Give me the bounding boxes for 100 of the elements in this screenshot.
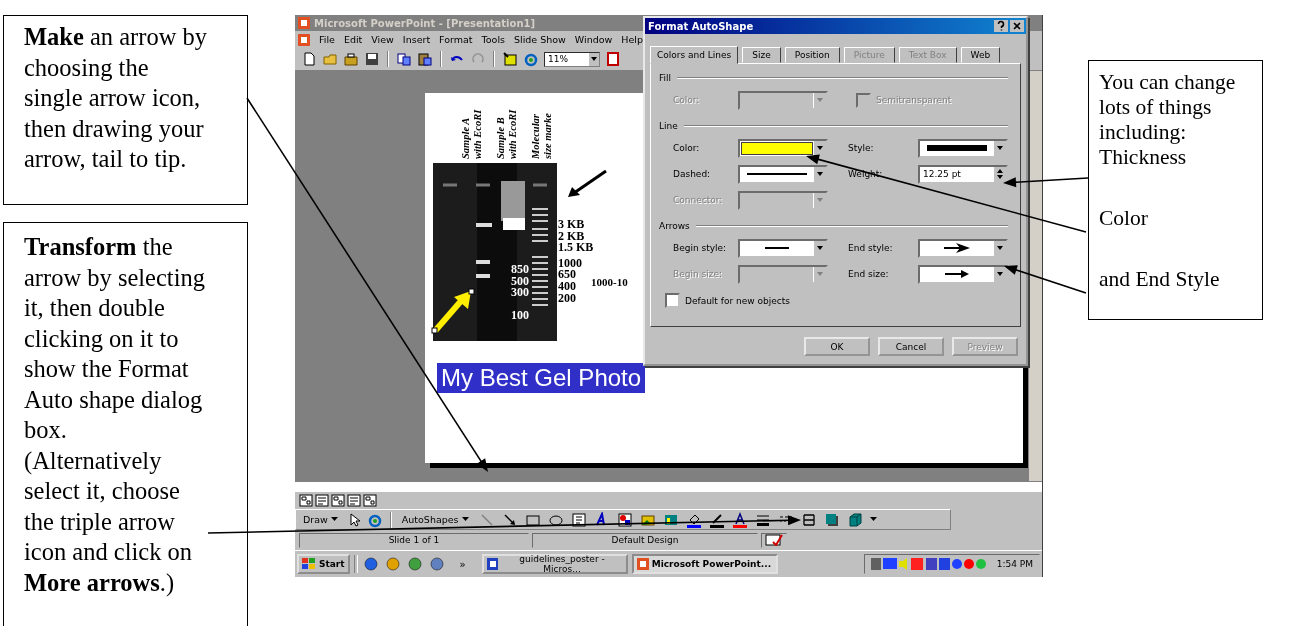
draw-menu-button[interactable]: Draw <box>300 514 341 525</box>
dropdown[interactable] <box>738 238 828 258</box>
callout-text: Color <box>1099 206 1149 231</box>
font-color-icon[interactable] <box>731 511 748 528</box>
sorter-view-icon[interactable] <box>347 494 361 507</box>
taskbar-button[interactable]: guidelines_poster - Micros... <box>481 554 628 574</box>
dialog-button[interactable]: Cancel <box>878 337 944 356</box>
app-icon <box>636 558 649 570</box>
field-label: Style: <box>848 143 875 153</box>
more-button[interactable]: » <box>459 558 466 570</box>
selected-arrow-shape <box>431 287 475 335</box>
lane-label: Sample B with EcoRI <box>495 108 519 159</box>
cube-icon[interactable] <box>846 511 863 528</box>
line-preview <box>746 172 807 176</box>
line-preview <box>764 246 789 250</box>
document-icon[interactable] <box>605 51 621 67</box>
checkbox-label: Semitransparent <box>876 95 952 105</box>
outline-view-icon[interactable] <box>315 494 329 507</box>
dialog-tab[interactable]: Position <box>784 47 840 63</box>
slide-view-icon[interactable] <box>331 494 345 507</box>
text-box-icon[interactable] <box>570 511 587 528</box>
dropdown[interactable] <box>918 264 1008 284</box>
dialog-tab[interactable]: Colors and Lines <box>650 46 739 64</box>
dialog-tab[interactable]: Web <box>960 47 1001 63</box>
window-title: Microsoft PowerPoint - [Presentation1] <box>314 17 536 29</box>
refresh-icon[interactable] <box>523 51 539 67</box>
normal-view-icon[interactable] <box>299 494 313 507</box>
close-icon[interactable] <box>1010 20 1024 32</box>
dropdown[interactable] <box>918 138 1008 158</box>
dialog-tab[interactable]: Size <box>742 47 781 63</box>
menu-item[interactable]: File <box>319 34 335 45</box>
menu-item[interactable]: Insert <box>402 34 431 45</box>
checkbox[interactable] <box>665 293 680 308</box>
section-title: Line <box>659 121 678 131</box>
paste-icon[interactable] <box>417 51 433 67</box>
arrowhead-preview <box>943 243 970 253</box>
lane-label: Molecular size marke <box>530 112 554 159</box>
dialog-title: Format AutoShape <box>648 20 754 32</box>
caret-icon <box>817 172 823 176</box>
section-title: Arrows <box>659 221 690 231</box>
autoshapes-menu-button[interactable]: AutoShapes <box>398 514 472 525</box>
help-icon[interactable] <box>994 20 1008 32</box>
caret-icon <box>997 272 1003 276</box>
arrowhead-preview <box>944 270 969 278</box>
menu-item[interactable]: Window <box>574 34 613 45</box>
shadow-icon[interactable] <box>823 511 840 528</box>
caret-icon <box>591 57 597 61</box>
new-document-icon[interactable] <box>301 51 317 67</box>
menu-item[interactable]: Tools <box>481 34 505 45</box>
caret-icon <box>817 272 823 276</box>
arrow-style-icon[interactable] <box>800 511 817 528</box>
line-icon[interactable] <box>478 511 495 528</box>
field-label: Begin style: <box>673 243 728 253</box>
field-label: Begin size: <box>673 269 723 279</box>
menu-item[interactable]: Edit <box>343 34 363 45</box>
caret-icon <box>330 517 338 522</box>
clock: 1:54 PM <box>996 559 1033 569</box>
menu-item[interactable]: Slide Show <box>514 34 566 45</box>
slide-caption: My Best Gel Photo <box>437 363 646 393</box>
tray-icons-drawing[interactable] <box>870 557 989 571</box>
caret-icon <box>817 246 823 250</box>
caret-icon[interactable] <box>869 517 877 522</box>
menu-item[interactable]: Help <box>621 34 643 45</box>
spelling-icon[interactable] <box>765 534 783 546</box>
dropdown[interactable] <box>918 238 1008 258</box>
section-title: Fill <box>659 73 672 83</box>
app-icon[interactable] <box>298 33 310 46</box>
menu-item[interactable]: Format <box>439 34 473 45</box>
app-icon <box>486 558 499 570</box>
marker-size-label: 200 <box>558 292 577 305</box>
globe-icon[interactable] <box>428 556 445 572</box>
zoom-dropdown[interactable]: 11% <box>544 51 600 67</box>
arrow-icon[interactable] <box>501 511 518 528</box>
lane-label: Sample A with EcoRI <box>460 108 484 159</box>
field-label: Color: <box>673 143 701 153</box>
number-field[interactable]: 12.25 pt <box>918 164 1008 184</box>
caret-icon <box>997 246 1003 250</box>
caret-icon <box>817 98 823 102</box>
callout-text: You can change lots of things including: <box>1099 70 1237 145</box>
save-icon[interactable] <box>364 51 380 67</box>
dropdown[interactable] <box>738 164 828 184</box>
checkbox-label: Default for new objects <box>685 295 790 306</box>
show-view-icon[interactable] <box>363 494 377 507</box>
horizontal-scrollbar[interactable] <box>295 481 1042 492</box>
field-label: Dashed: <box>673 169 712 179</box>
line-color-icon[interactable] <box>708 511 725 528</box>
dropdown[interactable] <box>738 138 828 158</box>
arrow-shape <box>566 169 608 199</box>
marker-size-label: 650 <box>558 269 577 281</box>
menu-item[interactable]: View <box>371 34 394 45</box>
taskbar-button[interactable]: Microsoft PowerPoint... <box>631 554 778 574</box>
field-label: End style: <box>848 243 894 253</box>
spinner-arrows-icon <box>997 169 1003 179</box>
start-button[interactable]: Start <box>297 554 350 574</box>
field-label: End size: <box>848 269 890 279</box>
callout-text: Make an arrow by choosing the single arrow icon, then drawing your arrow, tail to tip. <box>24 22 208 174</box>
dialog-button[interactable]: OK <box>804 337 870 356</box>
windows-logo-icon <box>302 558 316 570</box>
band-size-label: 300 <box>511 287 529 299</box>
copy-icon[interactable] <box>396 51 412 67</box>
